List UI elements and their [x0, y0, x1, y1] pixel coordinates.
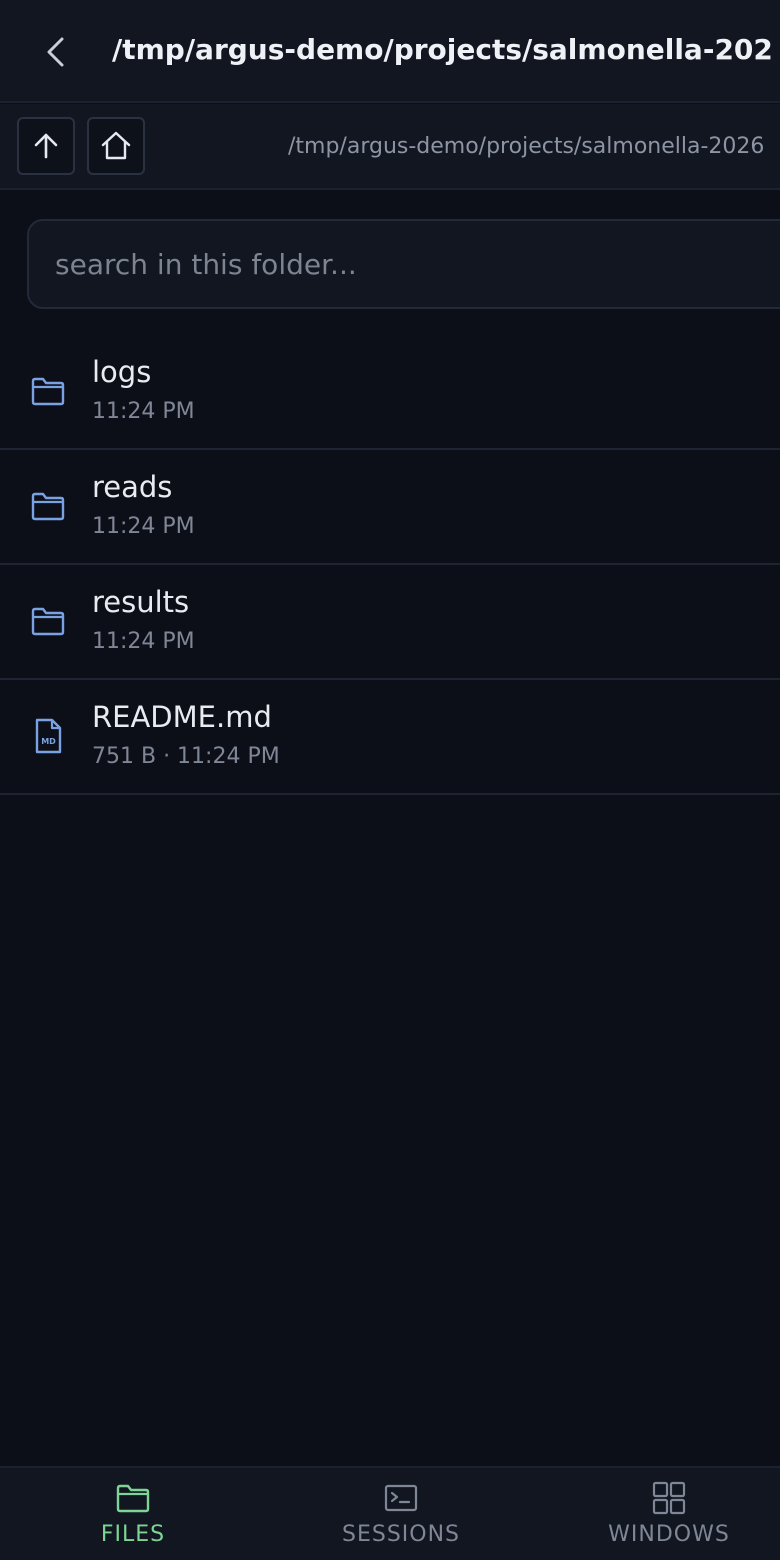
list-item-reads[interactable]: reads 11:24 PM — [0, 450, 780, 565]
svg-text:MD: MD — [41, 737, 56, 746]
list-item-readme[interactable]: MD README.md 751 B · 11:24 PM — [0, 680, 780, 795]
page-title: /tmp/argus-demo/projects/salmonella-2026 — [112, 33, 772, 66]
folder-icon — [30, 488, 66, 524]
tab-label: SESSIONS — [341, 1522, 461, 1547]
list-item-logs[interactable]: logs 11:24 PM — [0, 335, 780, 450]
markdown-file-icon: MD — [30, 718, 66, 754]
list-item-results[interactable]: results 11:24 PM — [0, 565, 780, 680]
path-toolbar: /tmp/argus-demo/projects/salmonella-2026 — [0, 104, 780, 190]
file-meta: 11:24 PM — [92, 399, 195, 424]
file-list: logs 11:24 PM reads 11:24 PM results 11: — [0, 335, 780, 795]
file-name: results — [92, 585, 190, 619]
file-name: reads — [92, 470, 173, 504]
search-input[interactable] — [27, 219, 780, 309]
folder-icon — [115, 1480, 151, 1516]
tab-files[interactable]: FILES — [3, 1468, 263, 1560]
grid-icon — [651, 1480, 687, 1516]
home-icon — [101, 131, 131, 160]
chevron-left-icon — [47, 37, 64, 67]
tab-windows[interactable]: WINDOWS — [539, 1468, 780, 1560]
tab-label: FILES — [100, 1522, 166, 1547]
tab-label: WINDOWS — [608, 1522, 730, 1547]
file-meta: 11:24 PM — [92, 629, 195, 654]
arrow-up-icon — [34, 133, 58, 159]
terminal-icon — [383, 1480, 419, 1516]
file-meta: 751 B · 11:24 PM — [92, 744, 280, 769]
file-name: README.md — [92, 700, 272, 734]
folder-icon — [30, 603, 66, 639]
current-path: /tmp/argus-demo/projects/salmonella-2026 — [288, 134, 765, 159]
tab-sessions[interactable]: SESSIONS — [271, 1468, 531, 1560]
header-bar: /tmp/argus-demo/projects/salmonella-2026 — [0, 0, 780, 103]
back-button[interactable] — [30, 26, 82, 78]
bottom-navigation: FILES SESSIONS WINDOWS — [0, 1466, 780, 1560]
parent-folder-button[interactable] — [17, 117, 75, 175]
file-meta: 11:24 PM — [92, 514, 195, 539]
file-browser-app: /tmp/argus-demo/projects/salmonella-2026… — [0, 0, 780, 1560]
home-folder-button[interactable] — [87, 117, 145, 175]
folder-icon — [30, 373, 66, 409]
file-name: logs — [92, 355, 152, 389]
